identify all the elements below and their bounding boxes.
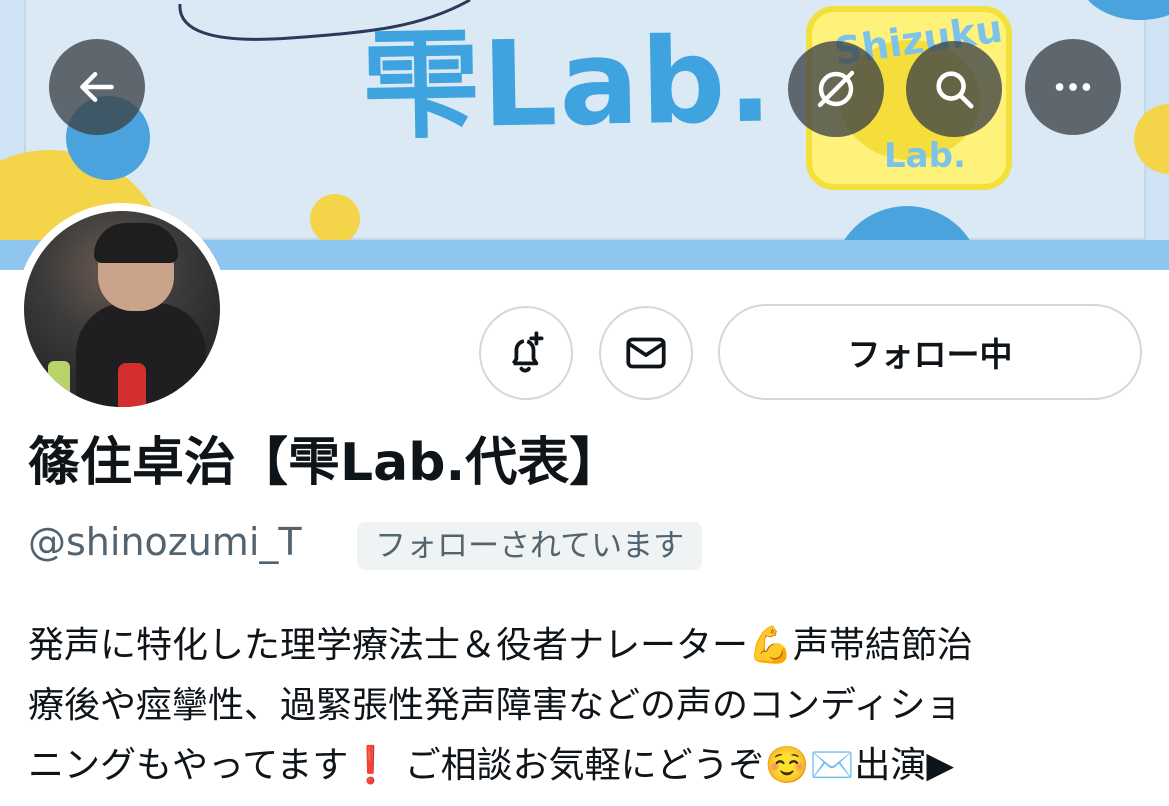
bio-line: ニングもやってます❗ ご相談お気軽にどうぞ☺️✉️出演▶	[28, 745, 955, 786]
follows-you-badge: フォローされています	[357, 522, 703, 570]
banner-logo-text-bottom: Lab.	[884, 136, 966, 176]
bell-plus-icon	[511, 331, 544, 373]
search-icon	[936, 71, 974, 109]
display-name: 篠住卓治【雫Lab.代表】	[28, 433, 622, 493]
bio-line: 発声に特化した理学療法士＆役者ナレーター💪声帯結節治	[28, 625, 973, 666]
link-toggle-button[interactable]	[788, 41, 884, 137]
notifications-button[interactable]	[479, 306, 573, 400]
avatar-photo	[24, 211, 220, 407]
message-button[interactable]	[599, 306, 693, 400]
bio-line: 療後や痙攣性、過緊張性発声障害などの声のコンディショ	[28, 685, 962, 726]
avatar-hair-shape	[94, 223, 178, 263]
back-button[interactable]	[49, 39, 145, 135]
user-handle: @shinozumi_T	[28, 520, 302, 564]
avatar-bottle-shape	[118, 363, 146, 407]
more-horizontal-icon	[1055, 83, 1091, 91]
banner-blob	[310, 194, 360, 244]
avatar-bottle-shape	[48, 361, 70, 407]
more-options-button[interactable]	[1025, 39, 1121, 135]
envelope-icon	[626, 337, 666, 369]
avatar[interactable]	[16, 203, 228, 415]
search-button[interactable]	[906, 41, 1002, 137]
profile-bio: 発声に特化した理学療法士＆役者ナレーター💪声帯結節治 療後や痙攣性、過緊張性発声…	[28, 616, 1148, 796]
banner-title: 雫Lab.	[360, 10, 776, 156]
link-off-icon	[817, 70, 855, 108]
following-button[interactable]: フォロー中	[718, 304, 1142, 400]
arrow-left-icon	[80, 71, 114, 103]
